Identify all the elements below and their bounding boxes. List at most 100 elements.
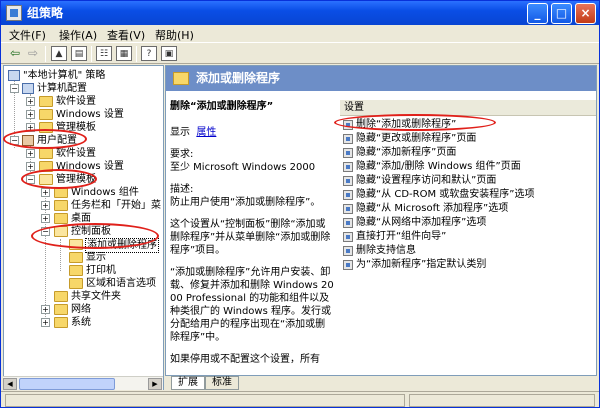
up-folder-icon[interactable]: ▲ bbox=[51, 46, 67, 61]
tree-label: 打印机 bbox=[86, 265, 116, 276]
tree-horizontal-scrollbar[interactable]: ◀ ▶ bbox=[3, 376, 163, 390]
tree-item-display[interactable]: 显示 bbox=[6, 251, 163, 264]
scroll-left-icon[interactable]: ◀ bbox=[3, 378, 17, 390]
description-label: 描述: bbox=[170, 184, 194, 195]
back-arrow-icon[interactable]: ⇦ bbox=[7, 46, 23, 61]
computer-icon bbox=[22, 83, 34, 94]
policy-setting-icon bbox=[343, 134, 353, 144]
description: 描述: 防止用户使用“添加或删除程序”。 bbox=[170, 183, 334, 209]
tree-label: Windows 设置 bbox=[56, 109, 124, 120]
settings-column-header[interactable]: 设置 bbox=[340, 100, 596, 116]
expand-icon[interactable]: + bbox=[41, 188, 50, 197]
menu-action[interactable]: 操作(A) bbox=[59, 27, 97, 43]
settings-list: 设置 删除“添加或删除程序” 隐藏“更改或删除程序”页面 隐藏“添加新程序”页面… bbox=[340, 100, 596, 375]
toolbar-separator bbox=[136, 46, 137, 62]
policy-setting-icon bbox=[343, 176, 353, 186]
description-text: 防止用户使用“添加或删除程序”。 bbox=[170, 197, 321, 208]
setting-description: 删除“添加或删除程序” 显示 属性 要求: 至少 Microsoft Windo… bbox=[170, 100, 334, 375]
expand-icon[interactable]: + bbox=[41, 214, 50, 223]
expand-icon[interactable]: + bbox=[26, 110, 35, 119]
scroll-right-icon[interactable]: ▶ bbox=[148, 378, 162, 390]
expand-icon[interactable]: + bbox=[26, 97, 35, 106]
close-button[interactable]: × bbox=[575, 3, 596, 24]
tree-label: Windows 组件 bbox=[71, 187, 139, 198]
computer-policy-icon bbox=[8, 70, 20, 81]
toolbar-separator bbox=[45, 46, 46, 62]
folder-icon bbox=[39, 148, 53, 159]
tab-standard[interactable]: 标准 bbox=[205, 376, 239, 390]
tree-item-printers[interactable]: 打印机 bbox=[6, 264, 163, 277]
tree-item-cc-windows[interactable]: + Windows 设置 bbox=[6, 108, 163, 121]
window-title: 组策略 bbox=[27, 6, 64, 20]
setting-title: 删除“添加或删除程序” bbox=[170, 101, 274, 112]
tree-item-local-policy[interactable]: "本地计算机" 策略 bbox=[6, 69, 163, 82]
details-header: 添加或删除程序 bbox=[166, 66, 596, 91]
tree-item-uc-software[interactable]: + 软件设置 bbox=[6, 147, 163, 160]
status-bar bbox=[1, 391, 599, 407]
properties-icon[interactable]: ☷ bbox=[96, 46, 112, 61]
folder-icon bbox=[54, 291, 68, 302]
help-icon[interactable]: ? bbox=[141, 46, 157, 61]
tree-item-computer-config[interactable]: − 计算机配置 bbox=[6, 82, 163, 95]
policy-setting-icon bbox=[343, 232, 353, 242]
expand-icon[interactable]: + bbox=[26, 149, 35, 158]
folder-icon bbox=[54, 213, 68, 224]
folder-icon bbox=[69, 265, 83, 276]
scrollbar-thumb[interactable] bbox=[19, 378, 115, 390]
annotation-ellipse bbox=[334, 114, 496, 131]
expand-icon[interactable]: + bbox=[41, 305, 50, 314]
tree-label: 任务栏和「开始」菜 bbox=[71, 200, 161, 211]
minimize-button[interactable]: _ bbox=[527, 3, 548, 24]
expand-icon[interactable]: + bbox=[26, 162, 35, 171]
forward-arrow-icon[interactable]: ⇨ bbox=[25, 46, 41, 61]
policy-setting-icon bbox=[343, 148, 353, 158]
menu-view[interactable]: 查看(V) bbox=[107, 27, 145, 43]
tree-item-cc-software[interactable]: + 软件设置 bbox=[6, 95, 163, 108]
requirements-label: 要求: bbox=[170, 149, 194, 160]
policy-setting-icon bbox=[343, 218, 353, 228]
tree-item-network[interactable]: + 网络 bbox=[6, 303, 163, 316]
view-icon[interactable]: ▣ bbox=[161, 46, 177, 61]
tree-label: "本地计算机" 策略 bbox=[23, 70, 106, 81]
menu-help[interactable]: 帮助(H) bbox=[155, 27, 194, 43]
tree-item-windows-components[interactable]: + Windows 组件 bbox=[6, 186, 163, 199]
display-properties-line: 显示 属性 bbox=[170, 126, 334, 139]
title-bar: 组策略 _ □ × bbox=[1, 1, 599, 25]
status-cell bbox=[5, 394, 405, 407]
toolbar: ⇦ ⇨ ▲ ▤ ☷ ▦ ? ▣ bbox=[1, 44, 599, 64]
folder-icon bbox=[69, 278, 83, 289]
collapse-icon[interactable]: − bbox=[10, 84, 19, 93]
annotation-ellipse bbox=[3, 129, 87, 149]
tree-item-shared-folders[interactable]: 共享文件夹 bbox=[6, 290, 163, 303]
group-policy-app-icon bbox=[6, 5, 22, 21]
view-tabs: 扩展 标准 bbox=[165, 376, 597, 390]
policy-setting-icon bbox=[343, 162, 353, 172]
policy-setting-icon bbox=[343, 204, 353, 214]
group-policy-window: 组策略 _ □ × 文件(F) 操作(A) 查看(V) 帮助(H) ⇦ ⇨ ▲ … bbox=[0, 0, 600, 408]
tree-item-regional-options[interactable]: 区域和语言选项 bbox=[6, 277, 163, 290]
menu-file[interactable]: 文件(F) bbox=[9, 27, 46, 43]
maximize-button[interactable]: □ bbox=[551, 3, 572, 24]
export-list-icon[interactable]: ▦ bbox=[116, 46, 132, 61]
menu-bar: 文件(F) 操作(A) 查看(V) 帮助(H) bbox=[1, 25, 599, 43]
tree-item-system[interactable]: + 系统 bbox=[6, 316, 163, 329]
annotation-ellipse bbox=[21, 169, 97, 189]
tree-label: 软件设置 bbox=[56, 96, 96, 107]
description-paragraph: 如果停用或不配置这个设置，所有 bbox=[170, 354, 320, 365]
display-label: 显示 bbox=[170, 127, 190, 138]
folder-icon bbox=[39, 109, 53, 120]
requirements-text: 至少 Microsoft Windows 2000 bbox=[170, 162, 316, 173]
annotation-ellipse bbox=[31, 223, 159, 249]
expand-icon[interactable]: + bbox=[41, 318, 50, 327]
show-hide-tree-icon[interactable]: ▤ bbox=[71, 46, 87, 61]
tree-label: 系统 bbox=[71, 317, 91, 328]
tree-label: 显示 bbox=[86, 252, 106, 263]
status-cell bbox=[409, 394, 595, 407]
tree-label: 区域和语言选项 bbox=[86, 278, 156, 289]
properties-link[interactable]: 属性 bbox=[196, 127, 216, 138]
policy-setting-icon bbox=[343, 246, 353, 256]
expand-icon[interactable]: + bbox=[41, 201, 50, 210]
tree-item-taskbar-start[interactable]: + 任务栏和「开始」菜 bbox=[6, 199, 163, 212]
tab-extended[interactable]: 扩展 bbox=[171, 376, 205, 390]
tree-label: 网络 bbox=[71, 304, 91, 315]
